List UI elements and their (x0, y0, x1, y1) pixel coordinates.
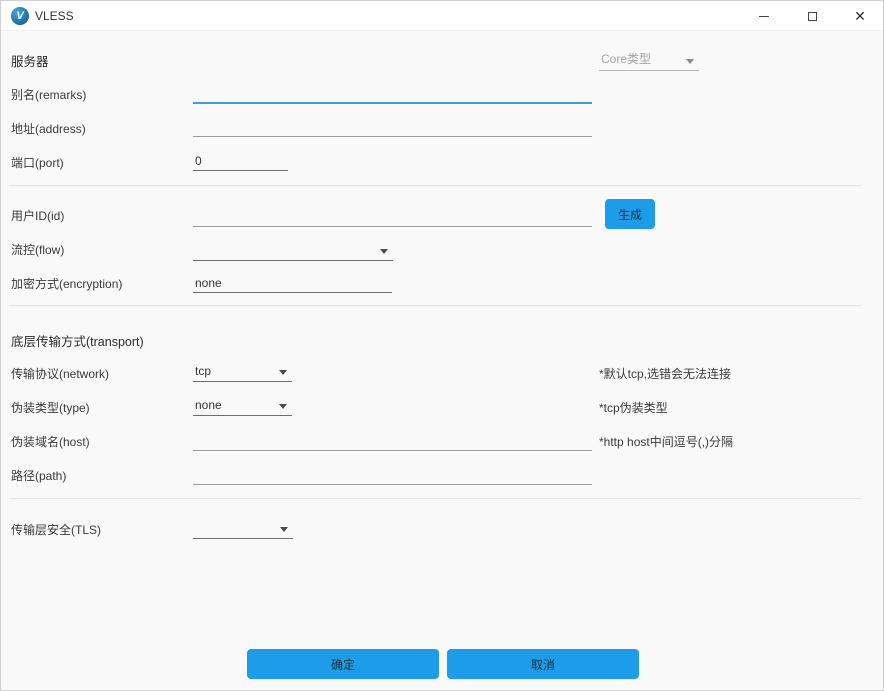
flow-label: 流控(flow) (11, 241, 64, 258)
type-value: none (195, 398, 222, 412)
tls-dropdown[interactable] (193, 519, 293, 539)
type-dropdown[interactable]: none (193, 396, 292, 416)
minimize-button[interactable] (741, 1, 787, 31)
app-logo-icon: V (11, 7, 29, 25)
ok-button[interactable]: 确定 (247, 649, 439, 679)
chevron-down-icon (380, 249, 388, 254)
host-hint: *http host中间逗号(,)分隔 (599, 433, 733, 450)
core-type-dropdown[interactable]: Core类型 (599, 51, 699, 71)
type-hint: *tcp伪装类型 (599, 399, 668, 416)
chevron-down-icon (279, 404, 287, 409)
server-section-header: 服务器 (11, 51, 49, 70)
port-input[interactable] (193, 151, 288, 171)
path-input[interactable] (193, 465, 592, 485)
encryption-input[interactable] (193, 273, 392, 293)
cancel-button[interactable]: 取消 (447, 649, 639, 679)
network-hint: *默认tcp,选错会无法连接 (599, 365, 731, 382)
host-input[interactable] (193, 431, 592, 451)
chevron-down-icon (280, 527, 288, 532)
section-divider (9, 498, 861, 499)
maximize-icon (808, 12, 817, 21)
host-label: 伪装域名(host) (11, 433, 90, 450)
network-value: tcp (195, 364, 211, 378)
path-label: 路径(path) (11, 467, 66, 484)
section-divider (9, 305, 861, 306)
title-bar: V VLESS ✕ (1, 1, 883, 31)
maximize-button[interactable] (789, 1, 835, 31)
close-button[interactable]: ✕ (837, 1, 883, 31)
tls-label: 传输层安全(TLS) (11, 521, 101, 538)
chevron-down-icon (686, 59, 694, 64)
address-input[interactable] (193, 117, 592, 137)
address-label: 地址(address) (11, 120, 86, 137)
network-dropdown[interactable]: tcp (193, 362, 292, 382)
minimize-icon (759, 16, 769, 17)
chevron-down-icon (279, 370, 287, 375)
remarks-label: 别名(remarks) (11, 86, 86, 103)
user-id-input[interactable] (193, 207, 592, 227)
flow-dropdown[interactable] (193, 241, 393, 261)
encryption-label: 加密方式(encryption) (11, 275, 122, 292)
vless-config-dialog: V VLESS ✕ 服务器 Core类型 别名(remarks) 地址(addr… (0, 0, 884, 691)
window-title: VLESS (35, 9, 74, 23)
type-label: 伪装类型(type) (11, 399, 90, 416)
port-label: 端口(port) (11, 154, 64, 171)
close-icon: ✕ (854, 8, 866, 25)
core-type-value: Core类型 (601, 50, 651, 67)
section-divider (9, 185, 861, 186)
user-id-label: 用户ID(id) (11, 207, 64, 224)
network-label: 传输协议(network) (11, 365, 109, 382)
generate-id-button[interactable]: 生成 (605, 199, 655, 229)
remarks-input[interactable] (193, 84, 592, 104)
transport-section-header: 底层传输方式(transport) (11, 331, 144, 350)
